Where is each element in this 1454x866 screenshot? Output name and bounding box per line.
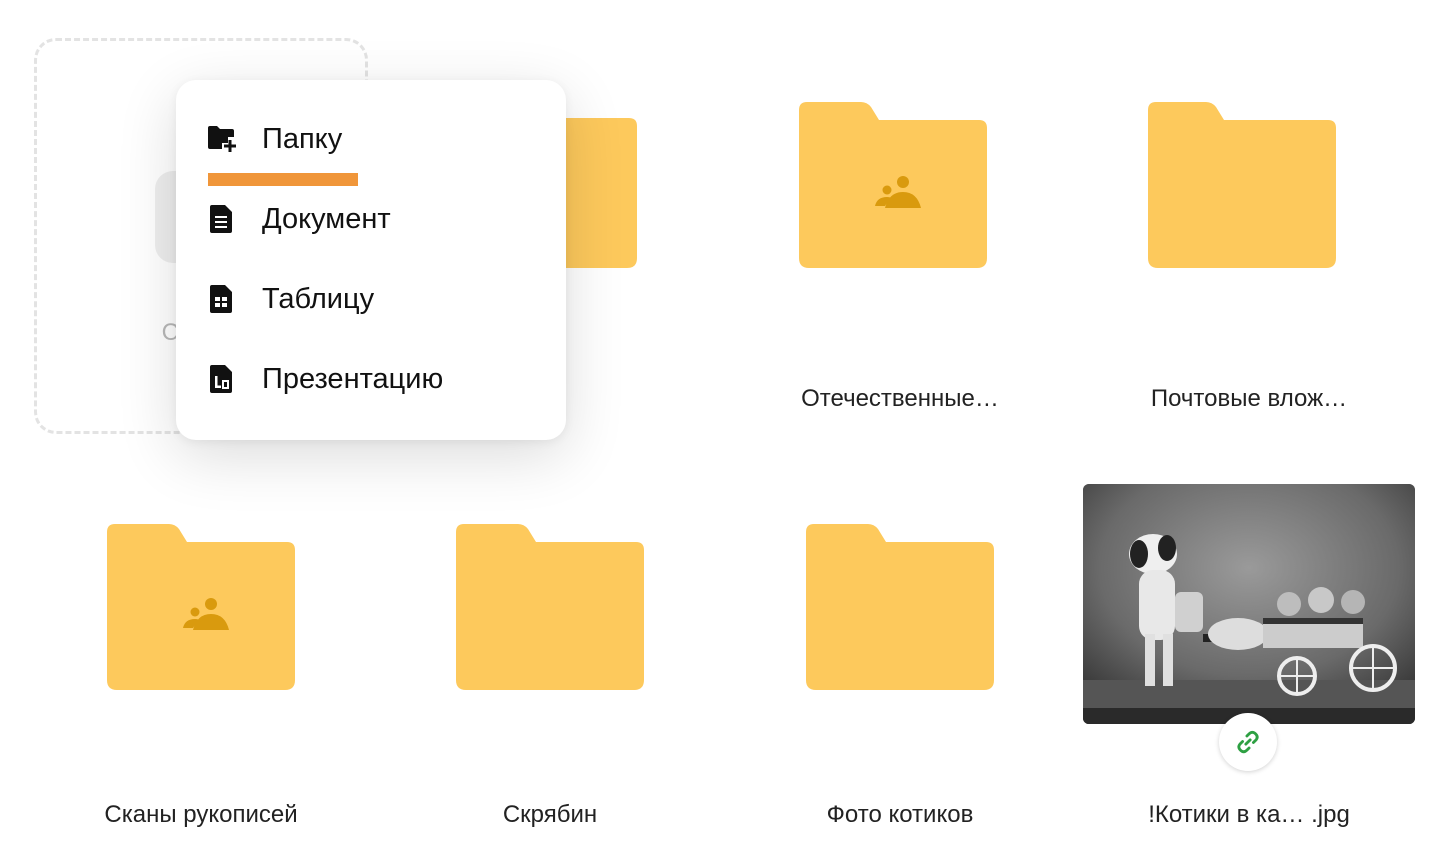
photo-preview: [1083, 484, 1415, 724]
presentation-icon: [206, 363, 238, 395]
file-name: !Котики в ка… .jpg: [1148, 801, 1350, 828]
menu-item-label: Документ: [262, 203, 391, 235]
menu-item-label: Таблицу: [262, 283, 375, 315]
menu-item-label: Папку: [262, 123, 343, 155]
file-name: Отечественные…: [801, 385, 999, 412]
folder-icon: [799, 102, 987, 268]
menu-item-spreadsheet[interactable]: Таблицу: [206, 269, 546, 329]
menu-item-presentation[interactable]: Презентацию: [206, 349, 546, 409]
folder-icon: [806, 524, 994, 690]
menu-item-folder[interactable]: Папку: [206, 109, 546, 169]
folder-icon: [107, 524, 295, 690]
file-tile[interactable]: Отечественные…: [733, 38, 1067, 434]
file-tile[interactable]: Скрябин: [383, 454, 717, 850]
menu-item-document[interactable]: Документ: [206, 189, 546, 249]
file-grid: Создат или ти Отечественные… Почтовые вл…: [0, 0, 1454, 866]
file-tile[interactable]: Фото котиков: [733, 454, 1067, 850]
focus-indicator: [208, 173, 358, 186]
spreadsheet-icon: [206, 283, 238, 315]
file-tile[interactable]: Почтовые влож…: [1082, 38, 1416, 434]
file-name: Сканы рукописей: [104, 801, 298, 828]
file-name: Фото котиков: [826, 801, 974, 828]
file-name: Почтовые влож…: [1150, 385, 1348, 412]
document-icon: [206, 203, 238, 235]
file-tile[interactable]: Сканы рукописей: [34, 454, 368, 850]
folder-add-icon: [206, 123, 238, 155]
folder-icon: [456, 524, 644, 690]
menu-item-label: Презентацию: [262, 363, 444, 395]
folder-icon: [1148, 102, 1336, 268]
link-icon: [1237, 730, 1259, 754]
create-menu: Папку Документ Таблицу Презентацию: [176, 80, 566, 440]
file-name: Скрябин: [502, 801, 598, 828]
shared-link-badge[interactable]: [1219, 713, 1277, 771]
image-thumbnail[interactable]: [1083, 484, 1415, 724]
